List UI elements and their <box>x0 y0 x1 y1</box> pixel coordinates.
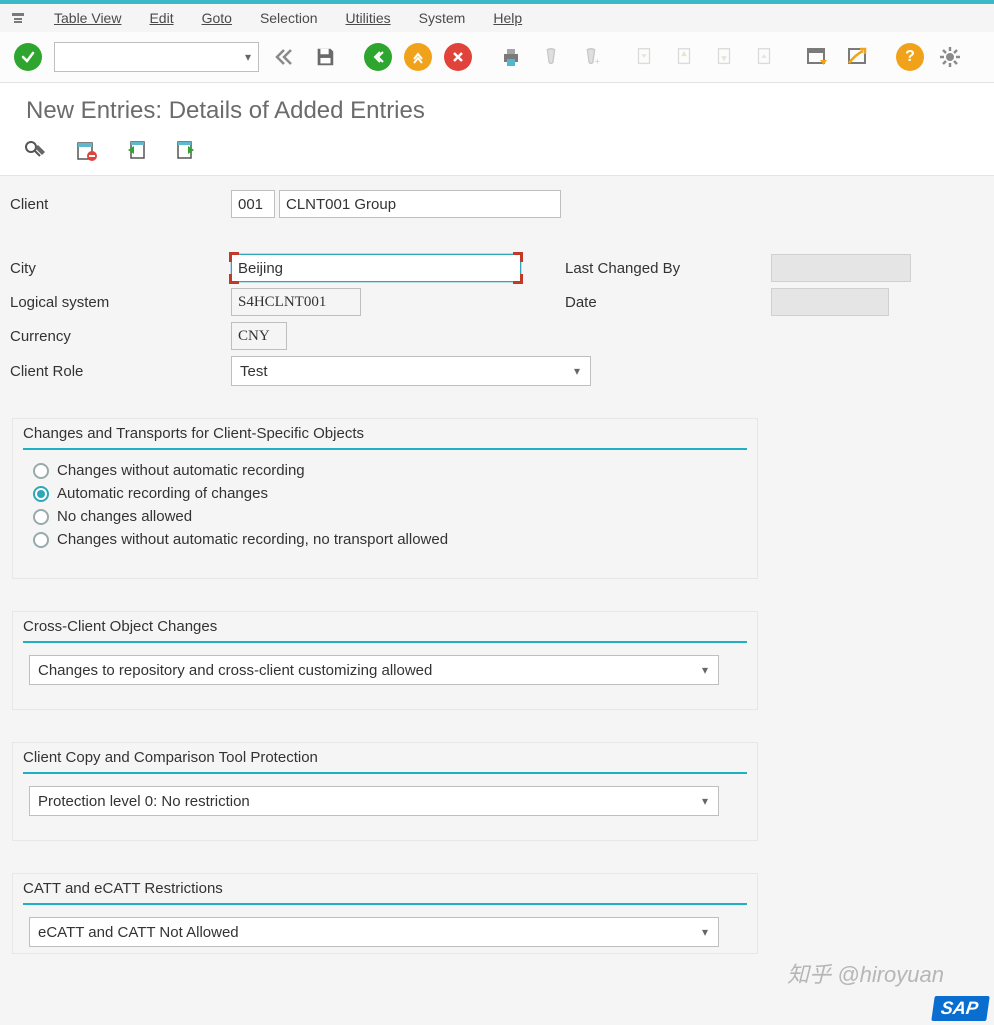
radio-label: Changes without automatic recording <box>57 462 305 479</box>
prev-page-button[interactable] <box>670 43 698 71</box>
cross-client-select[interactable]: Changes to repository and cross-client c… <box>29 655 719 685</box>
section-changes-transports: Changes and Transports for Client-Specif… <box>12 418 758 579</box>
radio-label: No changes allowed <box>57 508 192 525</box>
date-input <box>771 288 889 316</box>
sap-logo: SAP <box>931 996 990 1021</box>
section-catt: CATT and eCATT Restrictions eCATT and CA… <box>12 873 758 954</box>
cancel-button[interactable] <box>444 43 472 71</box>
delete-button[interactable] <box>72 137 100 165</box>
last-page-button[interactable] <box>750 43 778 71</box>
menu-table-view[interactable]: Table View <box>54 10 121 26</box>
dropdown-caret-icon: ▾ <box>702 663 708 677</box>
toggle-display-change-button[interactable] <box>22 137 50 165</box>
previous-entry-button[interactable] <box>122 137 150 165</box>
client-role-value: Test <box>240 363 268 380</box>
save-button[interactable] <box>311 43 339 71</box>
next-page-button[interactable] <box>710 43 738 71</box>
menu-goto[interactable]: Goto <box>202 10 232 26</box>
exit-button[interactable] <box>404 43 432 71</box>
enter-button[interactable] <box>14 43 42 71</box>
menu-system[interactable]: System <box>419 10 466 26</box>
menu-utilities[interactable]: Utilities <box>346 10 391 26</box>
client-label: Client <box>6 196 231 213</box>
section-title: Client Copy and Comparison Tool Protecti… <box>23 749 747 774</box>
copy-protection-value: Protection level 0: No restriction <box>38 793 250 810</box>
radio-option-0[interactable]: Changes without automatic recording <box>33 462 747 479</box>
back-circle-button[interactable] <box>364 43 392 71</box>
city-label: City <box>6 260 231 277</box>
svg-text:+: + <box>595 56 600 66</box>
date-label: Date <box>561 294 771 311</box>
client-desc-input[interactable] <box>279 190 561 218</box>
menu-edit[interactable]: Edit <box>149 10 173 26</box>
section-title: Changes and Transports for Client-Specif… <box>23 425 747 450</box>
client-role-select[interactable]: Test ▾ <box>231 356 591 386</box>
currency-label: Currency <box>6 328 231 345</box>
radio-icon <box>33 532 49 548</box>
command-input[interactable] <box>54 42 259 72</box>
catt-select[interactable]: eCATT and CATT Not Allowed ▾ <box>29 917 719 947</box>
last-changed-label: Last Changed By <box>561 260 771 277</box>
client-role-label: Client Role <box>6 363 231 380</box>
find-next-button[interactable]: + <box>577 43 605 71</box>
next-entry-button[interactable] <box>172 137 200 165</box>
required-corner-icon <box>513 252 523 262</box>
help-button[interactable]: ? <box>896 43 924 71</box>
dropdown-caret-icon: ▾ <box>702 925 708 939</box>
dropdown-caret-icon: ▾ <box>702 794 708 808</box>
menu-selection[interactable]: Selection <box>260 10 318 26</box>
window-list-icon[interactable] <box>10 10 26 26</box>
required-corner-icon <box>229 252 239 262</box>
logical-system-input[interactable] <box>231 288 361 316</box>
section-cross-client: Cross-Client Object Changes Changes to r… <box>12 611 758 710</box>
section-copy-protection: Client Copy and Comparison Tool Protecti… <box>12 742 758 841</box>
menu-help[interactable]: Help <box>493 10 522 26</box>
catt-value: eCATT and CATT Not Allowed <box>38 924 239 941</box>
radio-label: Changes without automatic recording, no … <box>57 531 448 548</box>
cross-client-value: Changes to repository and cross-client c… <box>38 662 432 679</box>
radio-icon <box>33 509 49 525</box>
logical-system-label: Logical system <box>6 294 231 311</box>
watermark-text: 知乎 @hiroyuan <box>787 957 944 989</box>
section-title: CATT and eCATT Restrictions <box>23 880 747 905</box>
print-button[interactable] <box>497 43 525 71</box>
page-title: New Entries: Details of Added Entries <box>0 83 994 133</box>
radio-option-1[interactable]: Automatic recording of changes <box>33 485 747 502</box>
radio-icon <box>33 463 49 479</box>
app-toolbar <box>0 133 994 176</box>
currency-input[interactable] <box>231 322 287 350</box>
radio-option-2[interactable]: No changes allowed <box>33 508 747 525</box>
copy-protection-select[interactable]: Protection level 0: No restriction ▾ <box>29 786 719 816</box>
required-corner-icon <box>229 274 239 284</box>
radio-label: Automatic recording of changes <box>57 485 268 502</box>
required-corner-icon <box>513 274 523 284</box>
main-toolbar: ▾ + ? <box>0 32 994 83</box>
radio-icon <box>33 486 49 502</box>
radio-option-3[interactable]: Changes without automatic recording, no … <box>33 531 747 548</box>
form-area: Client City Last Changed By Logical syst… <box>0 176 994 968</box>
dropdown-caret-icon: ▾ <box>574 364 580 378</box>
back-button[interactable] <box>271 43 299 71</box>
menu-bar: Table View Edit Goto Selection Utilities… <box>0 4 994 32</box>
section-title: Cross-Client Object Changes <box>23 618 747 643</box>
shortcut-button[interactable] <box>843 43 871 71</box>
city-input[interactable] <box>231 254 521 282</box>
new-session-button[interactable] <box>803 43 831 71</box>
last-changed-input <box>771 254 911 282</box>
settings-button[interactable] <box>936 43 964 71</box>
client-input[interactable] <box>231 190 275 218</box>
first-page-button[interactable] <box>630 43 658 71</box>
find-button[interactable] <box>537 43 565 71</box>
